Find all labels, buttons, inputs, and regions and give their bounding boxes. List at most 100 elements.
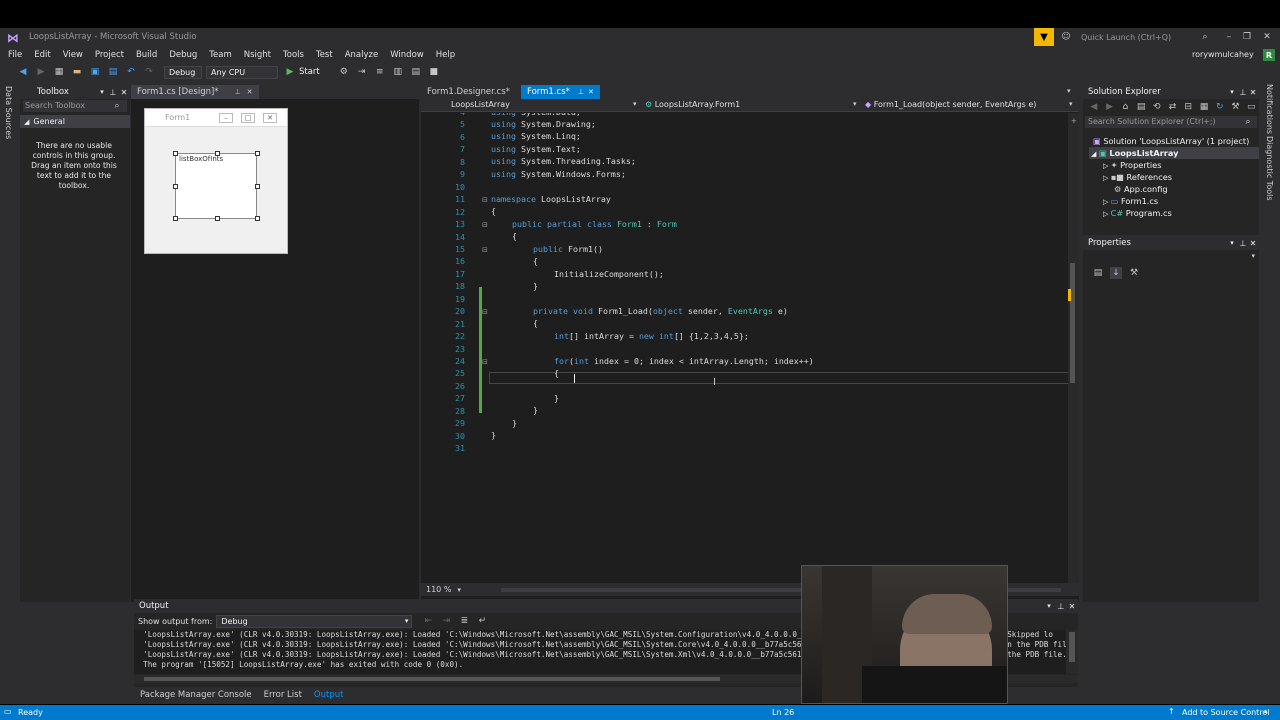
collapse-icon[interactable]: ⊟ <box>482 246 488 254</box>
solution-search-input[interactable]: Search Solution Explorer (Ctrl+;) <box>1085 116 1257 128</box>
scrollbar-thumb[interactable] <box>1069 632 1075 662</box>
menu-test[interactable]: Test <box>310 50 339 60</box>
close-icon[interactable]: ✕ <box>247 88 253 96</box>
resize-handle[interactable] <box>215 216 220 221</box>
pin-icon[interactable]: ⊥ <box>1238 238 1248 248</box>
save-all-icon[interactable]: ▤ <box>107 66 119 78</box>
resize-handle[interactable] <box>255 216 260 221</box>
filter-icon[interactable]: ▼ <box>1034 28 1054 46</box>
split-icon[interactable]: + <box>1071 117 1077 125</box>
close-icon[interactable]: ✕ <box>119 87 129 97</box>
close-icon[interactable]: ✕ <box>1248 87 1258 97</box>
pin-icon[interactable]: ⊥ <box>578 88 584 96</box>
layout-icon[interactable]: ▤ <box>410 66 422 78</box>
toolbox-group-general[interactable]: ◢ General <box>20 115 130 128</box>
resize-handle[interactable] <box>255 151 260 156</box>
search-icon[interactable]: ⌕ <box>1199 31 1211 43</box>
dropdown-icon[interactable]: ▾ <box>97 87 107 97</box>
collapse-icon[interactable]: ⊟ <box>482 196 488 204</box>
alphabetical-icon[interactable]: ↓ <box>1110 267 1122 279</box>
form-designer-surface[interactable]: Form1 – □ ✕ listBoxOfInts <box>144 108 288 254</box>
resize-handle[interactable] <box>255 184 260 189</box>
home-icon[interactable]: ⌂ <box>1120 101 1130 113</box>
format-icon[interactable]: ▥ <box>392 66 404 78</box>
dropdown-icon[interactable]: ▾ <box>1227 87 1237 97</box>
save-icon[interactable]: ▣ <box>89 66 101 78</box>
menu-nsight[interactable]: Nsight <box>238 50 277 60</box>
scrollbar-thumb[interactable] <box>1070 263 1075 383</box>
tab-package-manager-console[interactable]: Package Manager Console <box>134 688 258 702</box>
preview-icon[interactable]: ▭ <box>1246 101 1256 113</box>
scrollbar-thumb[interactable] <box>144 677 720 681</box>
menu-edit[interactable]: Edit <box>28 50 56 60</box>
tab-form1-designer-cs[interactable]: Form1.Designer.cs* <box>421 85 521 99</box>
minimize-button[interactable]: – <box>1222 30 1236 44</box>
close-icon[interactable]: ✕ <box>588 88 594 96</box>
toolbox-empty-message[interactable]: There are no usable controls in this gro… <box>28 141 120 191</box>
back-icon[interactable]: ◀ <box>1089 101 1099 113</box>
menu-team[interactable]: Team <box>203 50 237 60</box>
step-icon[interactable]: ⇥ <box>356 66 368 78</box>
feedback-icon[interactable]: ☺ <box>1060 31 1072 43</box>
tree-item-app-config[interactable]: ⚙ App.config <box>1114 184 1168 194</box>
code-area[interactable]: 4 56 78 910 1112 131415 1617 1819 2021 2223 24 2526… <box>421 113 1069 583</box>
show-all-files-icon[interactable]: ▦ <box>1199 101 1209 113</box>
prev-message-icon[interactable]: ⇤ <box>422 615 434 627</box>
forward-icon[interactable]: ▶ <box>35 66 47 78</box>
collapse-icon[interactable]: ⊟ <box>482 308 488 316</box>
property-pages-icon[interactable]: ⚒ <box>1128 267 1140 279</box>
resize-handle[interactable] <box>215 151 220 156</box>
clear-all-icon[interactable]: ≣ <box>458 615 470 627</box>
platform-dropdown[interactable]: Any CPU <box>206 65 278 79</box>
tab-output[interactable]: Output <box>308 688 350 702</box>
forward-icon[interactable]: ▶ <box>1105 101 1115 113</box>
avatar[interactable]: R <box>1263 49 1275 61</box>
close-button[interactable]: ✕ <box>1260 30 1274 44</box>
project-node[interactable]: ◢ ▣ LoopsListArray <box>1091 148 1178 158</box>
close-icon[interactable]: ✕ <box>1248 238 1258 248</box>
menu-window[interactable]: Window <box>384 50 430 60</box>
source-control-button[interactable]: Add to Source Control <box>1182 708 1270 717</box>
listbox-control[interactable]: listBoxOfInts <box>175 153 257 219</box>
restore-button[interactable]: ❐ <box>1240 30 1254 44</box>
pending-changes-icon[interactable]: ⟲ <box>1152 101 1162 113</box>
pin-icon[interactable]: ⊥ <box>108 87 118 97</box>
tab-error-list[interactable]: Error List <box>258 688 308 702</box>
pin-icon[interactable]: ⊥ <box>235 88 241 96</box>
data-sources-tab[interactable]: Data Sources <box>4 86 13 139</box>
categorized-icon[interactable]: ▤ <box>1092 267 1104 279</box>
nav-project-dropdown[interactable]: LoopsListArray <box>451 100 641 109</box>
object-selector[interactable]: ▾ <box>1085 252 1257 263</box>
vertical-scrollbar[interactable]: + <box>1068 113 1079 583</box>
close-icon[interactable]: ✕ <box>1067 601 1077 611</box>
new-project-icon[interactable]: ▦ <box>53 66 65 78</box>
diagnostic-tools-tab[interactable]: Diagnostic Tools <box>1265 136 1274 201</box>
dropdown-icon[interactable]: ▾ <box>1227 238 1237 248</box>
properties-icon[interactable]: ⚒ <box>1231 101 1241 113</box>
tab-form1-cs[interactable]: Form1.cs* ⊥ ✕ <box>521 85 600 99</box>
refresh-icon[interactable]: ↻ <box>1215 101 1225 113</box>
dropdown-icon[interactable]: ▾ <box>1044 601 1054 611</box>
pin-icon[interactable]: ⊥ <box>1056 601 1066 611</box>
align-icon[interactable]: ≡ <box>374 66 386 78</box>
solution-node[interactable]: ▣ Solution 'LoopsListArray' (1 project) <box>1093 136 1249 146</box>
menu-analyze[interactable]: Analyze <box>339 50 385 60</box>
tab-form1-design[interactable]: Form1.cs [Design]* ⊥ ✕ <box>131 85 259 99</box>
redo-icon[interactable]: ↷ <box>143 66 155 78</box>
tree-item-properties[interactable]: ▷ ✦ Properties <box>1103 160 1161 170</box>
menu-help[interactable]: Help <box>430 50 461 60</box>
next-message-icon[interactable]: ⇥ <box>440 615 452 627</box>
pin-icon[interactable]: ⊥ <box>1238 87 1248 97</box>
output-source-dropdown[interactable]: Debug ▾ <box>216 614 413 628</box>
bookmark-icon[interactable]: ■ <box>428 66 440 78</box>
user-name[interactable]: rorywmulcahey <box>1192 50 1254 59</box>
menu-debug[interactable]: Debug <box>163 50 203 60</box>
tab-dropdown-icon[interactable]: ▾ <box>1067 87 1071 95</box>
back-icon[interactable]: ◀ <box>17 66 29 78</box>
quick-launch-input[interactable]: Quick Launch (Ctrl+Q) <box>1078 30 1213 45</box>
output-vertical-scrollbar[interactable] <box>1066 630 1078 674</box>
config-dropdown[interactable]: Debug <box>164 65 202 79</box>
zoom-level[interactable]: 110 % <box>426 585 451 594</box>
collapse-icon[interactable]: ⊟ <box>482 358 488 366</box>
start-button[interactable]: Start <box>299 67 320 77</box>
